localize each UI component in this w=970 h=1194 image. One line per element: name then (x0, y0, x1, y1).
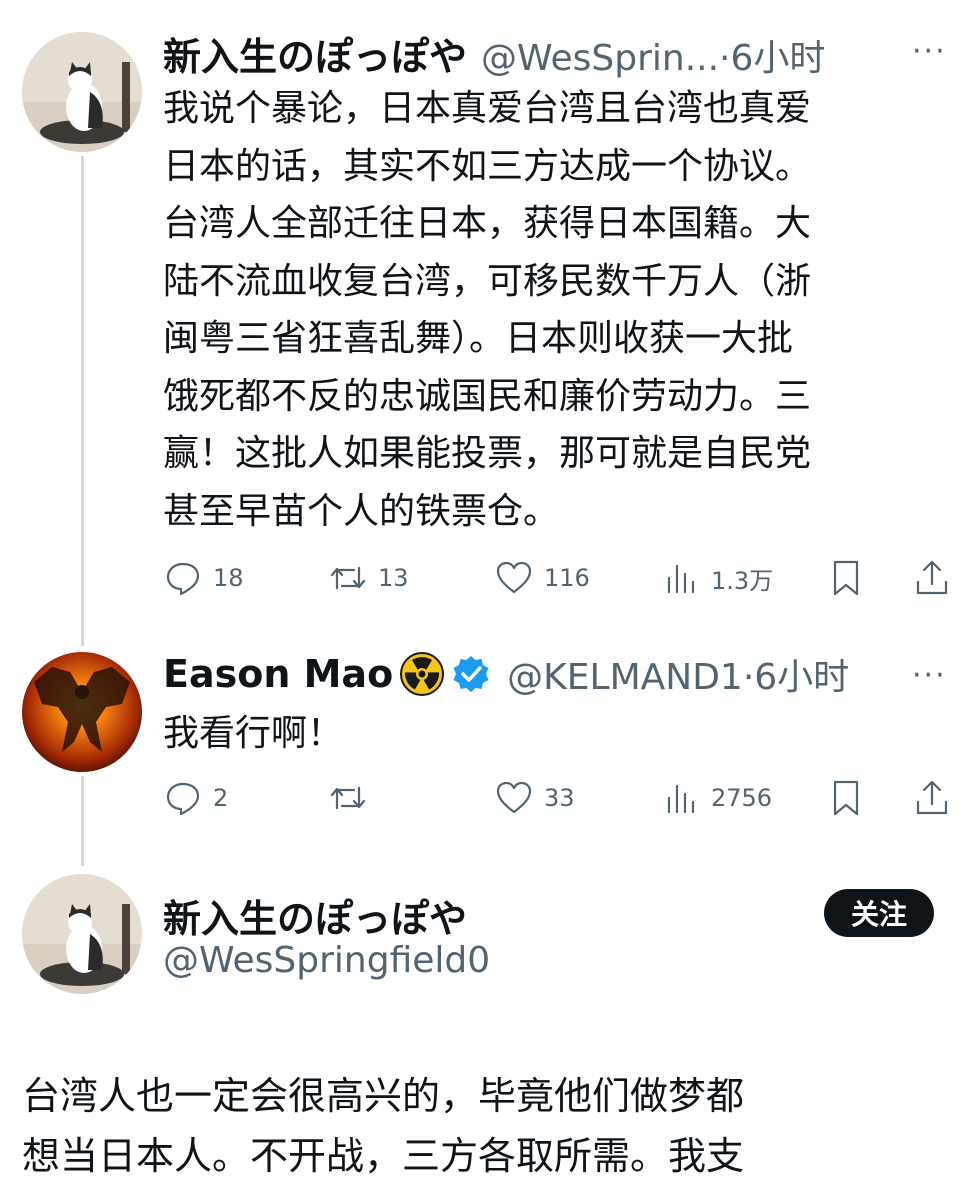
retweet-button[interactable] (328, 778, 378, 818)
retweet-count: 13 (378, 564, 409, 592)
bookmark-icon (833, 560, 859, 596)
radioactive-icon (400, 652, 445, 696)
cat-avatar-icon (22, 874, 142, 994)
more-options-icon[interactable]: ··· (912, 34, 947, 69)
bookmark-button[interactable] (826, 778, 866, 818)
view-count: 1.3万 (711, 566, 774, 595)
phoenix-avatar-icon (22, 652, 142, 772)
tweet-text-line: 我说个暴论，日本真爱台湾且台湾也真爱 (163, 88, 812, 129)
tweet-text-line: 饿死都不反的忠诚国民和廉价劳动力。三 (163, 375, 812, 417)
handle-time[interactable]: @WesSprin...·6小时 (481, 29, 825, 81)
views-button[interactable]: 2756 (661, 778, 772, 818)
view-count: 2756 (711, 784, 773, 812)
more-options-icon[interactable]: ··· (912, 658, 947, 693)
tweet-text-line: 想当日本人。不开战，三方各取所需。我支 (22, 1134, 745, 1178)
tweet-text: 我说个暴论，日本真爱台湾且台湾也真爱 日本的话，其实不如三方达成一个协议。 台湾… (163, 80, 953, 540)
tweet-text-line: 日本的话，其实不如三方达成一个协议。 (163, 145, 812, 187)
like-button[interactable]: 116 (494, 558, 590, 598)
reply-icon (166, 782, 200, 816)
share-icon (916, 780, 948, 815)
heart-icon (496, 561, 532, 594)
reply-icon (166, 562, 200, 596)
like-count: 116 (544, 564, 590, 592)
bookmark-button[interactable] (826, 558, 866, 598)
tweet-text-line: 赢！这批人如果能投票，那可就是自民党 (163, 433, 812, 474)
thread-line (81, 776, 84, 866)
verified-badge-icon (453, 656, 489, 692)
bookmark-icon (833, 780, 859, 816)
handle[interactable]: @WesSpringfield0 (163, 940, 490, 981)
retweet-button[interactable]: 13 (328, 558, 409, 598)
reply-button[interactable]: 2 (163, 778, 228, 818)
like-button[interactable]: 33 (494, 778, 575, 818)
tweet-text-line: 台湾人全部迁往日本，获得日本国籍。大 (163, 203, 812, 244)
share-button[interactable] (912, 558, 952, 598)
tweet-text-line: 闽粤三省狂喜乱舞）。日本则收获一大批 (163, 318, 794, 359)
follow-button[interactable]: 关注 (824, 889, 934, 937)
handle-time[interactable]: @KELMAND1·6小时 (507, 648, 849, 700)
heart-icon (496, 781, 532, 814)
cat-avatar-icon (22, 32, 142, 152)
analytics-icon (667, 564, 695, 594)
tweet-text: 台湾人也一定会很高兴的，毕竟他们做梦都 想当日本人。不开战，三方各取所需。我支 (22, 1066, 952, 1186)
share-icon (916, 560, 948, 595)
share-button[interactable] (912, 778, 952, 818)
retweet-icon (330, 786, 366, 810)
analytics-icon (667, 784, 695, 814)
like-count: 33 (544, 784, 575, 812)
reply-count: 2 (213, 784, 229, 812)
display-name[interactable]: 新入生のぽっぽや (163, 888, 467, 943)
tweet-text-line: 甚至早苗个人的铁票仓。 (163, 490, 560, 532)
avatar[interactable] (22, 32, 142, 152)
avatar[interactable] (22, 652, 142, 772)
tweet-text: 我看行啊！ (163, 713, 344, 754)
reply-count: 18 (213, 564, 244, 592)
retweet-icon (330, 566, 366, 590)
reply-button[interactable]: 18 (163, 558, 244, 598)
display-name[interactable]: 新入生のぽっぽや (163, 26, 467, 81)
display-name[interactable]: Eason Mao (163, 652, 393, 696)
avatar[interactable] (22, 874, 142, 994)
tweet-text-line: 陆不流血收复台湾，可移民数千万人（浙 (163, 260, 812, 302)
tweet-text-line: 台湾人也一定会很高兴的，毕竟他们做梦都 (22, 1074, 745, 1118)
thread-line (81, 156, 84, 646)
views-button[interactable]: 1.3万 (661, 558, 773, 598)
